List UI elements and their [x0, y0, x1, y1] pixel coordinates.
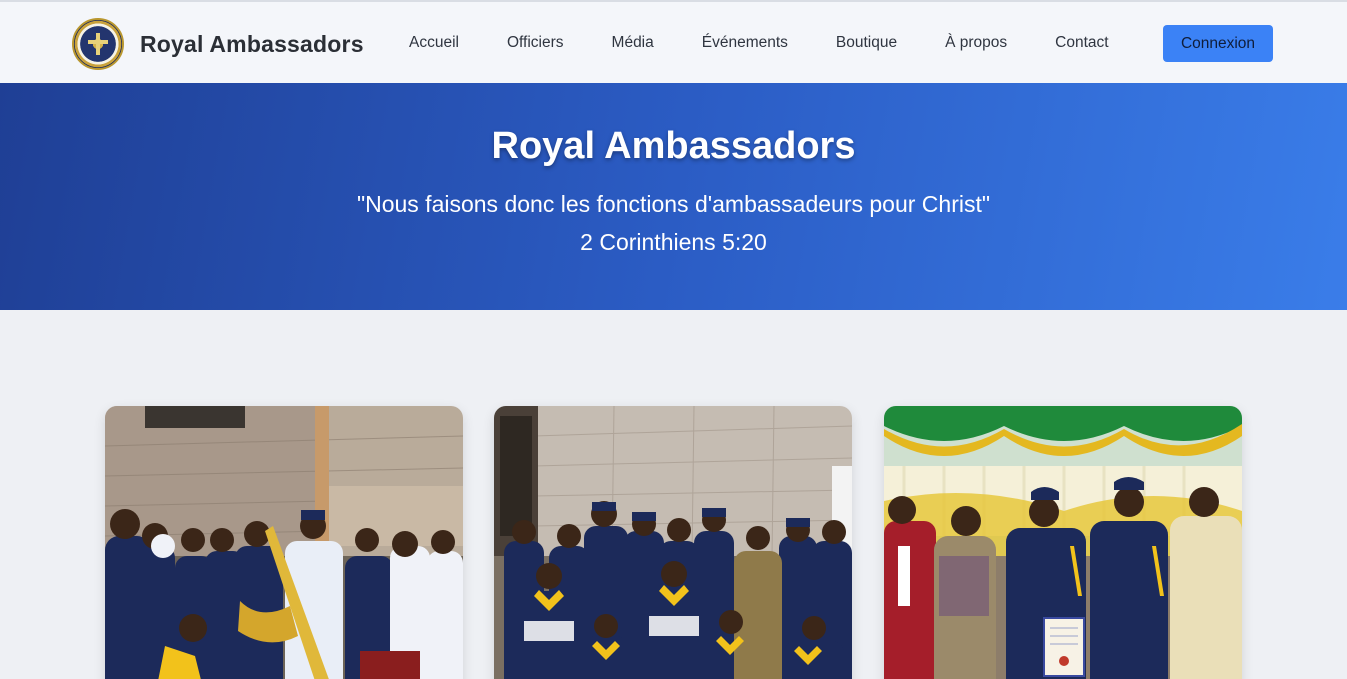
hero-quote: "Nous faisons donc les fonctions d'ambas… — [356, 191, 991, 217]
group-photo-band — [105, 406, 463, 679]
hero-title: Royal Ambassadors — [491, 125, 856, 167]
nav-link-a-propos[interactable]: À propos — [921, 34, 1031, 52]
brand[interactable]: Royal Ambassadors — [72, 18, 364, 70]
gallery-card-group-members[interactable] — [494, 406, 852, 679]
hero-reference: 2 Corinthiens 5:20 — [580, 229, 767, 255]
royal-ambassadors-emblem-icon — [72, 18, 124, 70]
nav-link-officiers[interactable]: Officiers — [483, 34, 588, 52]
nav-link-evenements[interactable]: Événements — [678, 34, 812, 52]
gallery-card-award-ceremony[interactable] — [884, 406, 1242, 679]
nav-links: Accueil Officiers Média Événements Bouti… — [385, 24, 1133, 62]
group-photo-members — [494, 406, 852, 679]
brand-name: Royal Ambassadors — [140, 30, 364, 57]
award-ceremony-photo — [884, 406, 1242, 679]
photo-gallery — [0, 406, 1347, 679]
login-button[interactable]: Connexion — [1163, 25, 1273, 62]
nav-link-contact[interactable]: Contact — [1031, 34, 1132, 52]
nav-link-boutique[interactable]: Boutique — [812, 34, 921, 52]
hero-banner: Royal Ambassadors "Nous faisons donc les… — [0, 83, 1347, 310]
nav-link-accueil[interactable]: Accueil — [385, 34, 483, 52]
top-navbar: Royal Ambassadors Accueil Officiers Médi… — [0, 0, 1347, 83]
nav-link-media[interactable]: Média — [588, 34, 678, 52]
gallery-card-group-band[interactable] — [105, 406, 463, 679]
